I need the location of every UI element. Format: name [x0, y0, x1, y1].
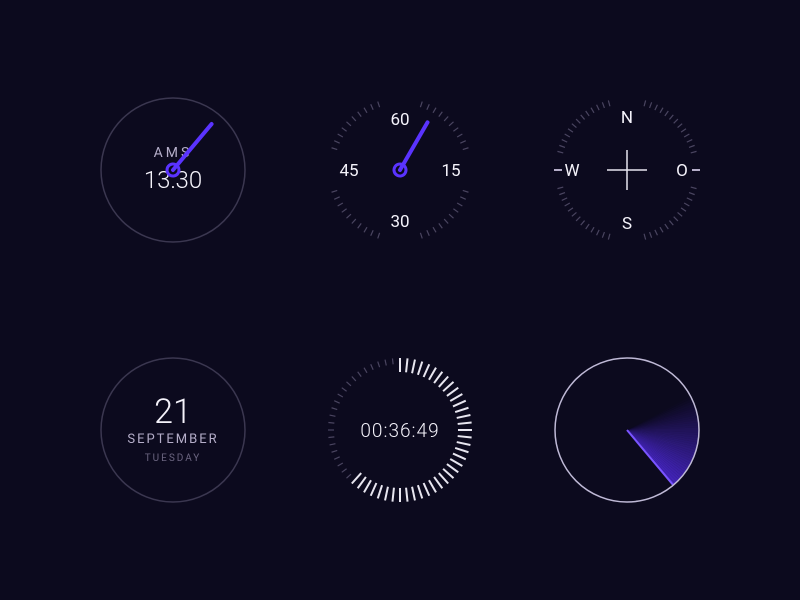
date-widget[interactable]: 21 SEPTEMBER TUESDAY	[88, 345, 258, 515]
compass-n: N	[621, 108, 633, 128]
radar-widget[interactable]	[542, 345, 712, 515]
seconds-dial-widget[interactable]: 60 15 30 45	[315, 85, 485, 255]
date-face: 21 SEPTEMBER TUESDAY	[88, 345, 258, 515]
label-30: 30	[390, 212, 409, 232]
seconds-face: 60 15 30 45	[315, 85, 485, 255]
date-day: 21	[154, 392, 192, 432]
compass-widget[interactable]: N O S W	[542, 85, 712, 255]
label-45: 45	[339, 161, 358, 181]
radar-sweep	[627, 385, 712, 499]
world-clock-widget[interactable]: AMS 13:30	[88, 85, 258, 255]
date-weekday: TUESDAY	[145, 453, 202, 464]
timer-widget[interactable]: 00:36:49	[315, 345, 485, 515]
date-month: SEPTEMBER	[128, 432, 219, 447]
radar-face	[542, 345, 712, 515]
compass-e: O	[676, 161, 688, 181]
compass-face: N O S W	[542, 85, 712, 255]
label-60: 60	[390, 110, 409, 130]
timer-face: 00:36:49	[315, 345, 485, 515]
timer-elapsed: 00:36:49	[360, 419, 439, 442]
clock-face: AMS 13:30	[88, 85, 258, 255]
compass-s: S	[622, 214, 632, 234]
crosshair-icon	[607, 150, 647, 190]
label-15: 15	[441, 161, 460, 181]
compass-w: W	[564, 161, 579, 181]
